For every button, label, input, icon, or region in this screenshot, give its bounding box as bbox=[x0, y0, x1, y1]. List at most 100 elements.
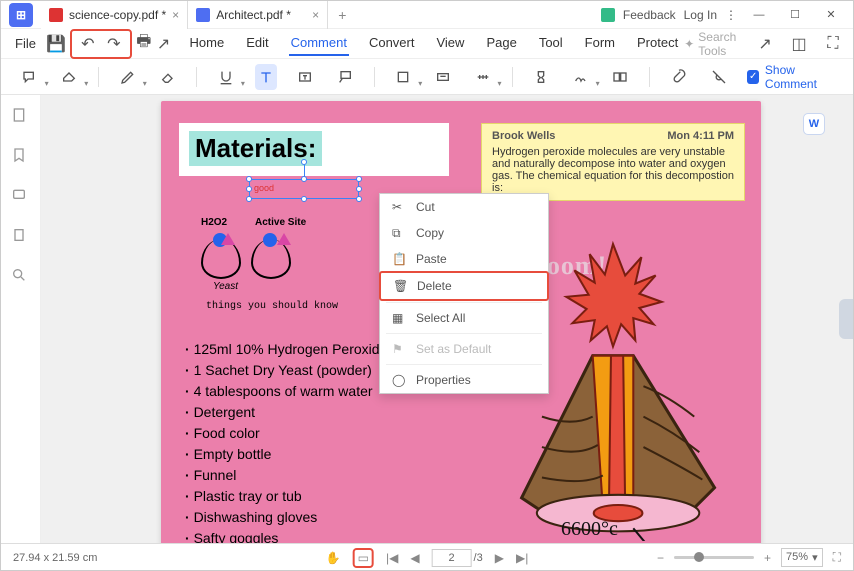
tab-science-copy[interactable]: science-copy.pdf * × bbox=[41, 1, 188, 29]
menu-tool[interactable]: Tool bbox=[537, 31, 565, 56]
ctx-select-all[interactable]: ▦Select All bbox=[380, 305, 548, 331]
menu-form[interactable]: Form bbox=[583, 31, 617, 56]
redo-button[interactable]: ↷ bbox=[102, 32, 126, 56]
textbox-value: good bbox=[250, 180, 358, 196]
stamp2-tool[interactable] bbox=[530, 64, 552, 90]
maximize-button[interactable]: ☐ bbox=[781, 4, 809, 26]
hand-tool-icon[interactable]: ✋ bbox=[326, 551, 341, 565]
text-tool[interactable] bbox=[255, 64, 277, 90]
separator bbox=[649, 67, 650, 87]
panel-icon[interactable]: ◫ bbox=[787, 32, 811, 56]
list-item: Detergent bbox=[185, 402, 387, 423]
separator bbox=[386, 302, 542, 303]
comments-panel-icon[interactable] bbox=[11, 187, 31, 207]
note-time: Mon 4:11 PM bbox=[667, 130, 734, 142]
titlebar: ⊞ science-copy.pdf * × Architect.pdf * ×… bbox=[1, 1, 853, 29]
pencil-tool[interactable]: ▾ bbox=[117, 64, 139, 90]
prev-page-button[interactable]: ◀ bbox=[410, 551, 419, 565]
page-indicator[interactable]: 2 /3 bbox=[432, 549, 483, 567]
bookmark-icon[interactable] bbox=[11, 147, 31, 167]
pdf-icon bbox=[196, 8, 210, 22]
menu-home[interactable]: Home bbox=[188, 31, 227, 56]
ctx-properties[interactable]: ◯Properties bbox=[380, 367, 548, 393]
callout-tool[interactable] bbox=[334, 64, 356, 90]
shape-tool[interactable]: ▾ bbox=[393, 64, 415, 90]
close-icon[interactable]: × bbox=[172, 8, 179, 22]
comment-note[interactable]: Brook Wells Mon 4:11 PM Hydrogen peroxid… bbox=[481, 123, 745, 201]
attachment-tool[interactable] bbox=[668, 64, 690, 90]
open-external-icon[interactable]: ↗ bbox=[753, 32, 777, 56]
select-tool-icon[interactable]: ▭ bbox=[358, 551, 369, 565]
fit-page-icon[interactable]: ⛶ bbox=[833, 550, 841, 565]
expand-icon[interactable]: ⛶ bbox=[821, 32, 845, 56]
list-item: Food color bbox=[185, 423, 387, 444]
search-icon[interactable] bbox=[11, 267, 31, 287]
menu-view[interactable]: View bbox=[434, 31, 466, 56]
list-item: Dishwashing gloves bbox=[185, 507, 387, 528]
menu-protect[interactable]: Protect bbox=[635, 31, 680, 56]
feedback-link[interactable]: Feedback bbox=[623, 8, 676, 22]
show-comment-label: Show Comment bbox=[765, 63, 835, 91]
kebab-menu-icon[interactable]: ⋮ bbox=[725, 8, 737, 22]
highlight-tool[interactable]: ▾ bbox=[59, 64, 81, 90]
hide-tool[interactable] bbox=[708, 64, 730, 90]
login-link[interactable]: Log In bbox=[684, 8, 717, 22]
page-total: /3 bbox=[474, 552, 483, 564]
thumbnails-icon[interactable] bbox=[11, 107, 31, 127]
textbox-tool[interactable] bbox=[295, 64, 317, 90]
word-export-icon[interactable]: W bbox=[803, 113, 825, 135]
search-tools-input[interactable]: ✦ Search Tools bbox=[684, 30, 739, 58]
undo-button[interactable]: ↶ bbox=[76, 32, 100, 56]
menu-edit[interactable]: Edit bbox=[244, 31, 270, 56]
signature-tool[interactable]: ▾ bbox=[570, 64, 592, 90]
ctx-paste[interactable]: 📋Paste bbox=[380, 246, 548, 272]
[interactable] bbox=[839, 299, 853, 339]
save-icon[interactable]: 💾 bbox=[46, 32, 66, 56]
note-tool[interactable]: ▾ bbox=[19, 64, 41, 90]
menu-convert[interactable]: Convert bbox=[367, 31, 417, 56]
zoom-out-button[interactable]: − bbox=[657, 551, 664, 565]
list-item: Funnel bbox=[185, 465, 387, 486]
page-dimensions: 27.94 x 21.59 cm bbox=[13, 552, 97, 564]
print-icon[interactable]: 🖶 bbox=[136, 32, 152, 56]
yeast-diagram: H2O2 Active Site Yeast things you should… bbox=[197, 217, 347, 317]
attachments-panel-icon[interactable] bbox=[11, 227, 31, 247]
menu-page[interactable]: Page bbox=[484, 31, 518, 56]
ctx-copy[interactable]: ⧉Copy bbox=[380, 220, 548, 246]
select-tool-highlight: ▭ bbox=[353, 548, 374, 568]
stamp-tool[interactable] bbox=[432, 64, 454, 90]
menu-comment[interactable]: Comment bbox=[289, 31, 349, 56]
page-number-input[interactable]: 2 bbox=[432, 549, 472, 567]
sparkle-icon: ✦ bbox=[684, 37, 694, 51]
show-comment-toggle[interactable]: ✓ Show Comment bbox=[747, 63, 835, 91]
eraser-tool[interactable] bbox=[157, 64, 179, 90]
tab-architect[interactable]: Architect.pdf * × bbox=[188, 1, 328, 29]
note-body: Hydrogen peroxide molecules are very uns… bbox=[492, 146, 734, 194]
underline-tool[interactable]: ▾ bbox=[215, 64, 237, 90]
ctx-delete[interactable]: 🗑Delete bbox=[379, 271, 549, 301]
measure-tool[interactable]: ▾ bbox=[472, 64, 494, 90]
share-icon[interactable]: ↗ bbox=[156, 32, 172, 56]
note-author: Brook Wells bbox=[492, 130, 555, 142]
next-page-button[interactable]: ▶ bbox=[495, 551, 504, 565]
active-site-label: Active Site bbox=[255, 217, 306, 228]
compare-tool[interactable] bbox=[610, 64, 632, 90]
tab-label: Architect.pdf * bbox=[216, 8, 291, 22]
close-window-button[interactable]: ✕ bbox=[817, 4, 845, 26]
list-item: Empty bottle bbox=[185, 444, 387, 465]
file-menu[interactable]: File bbox=[9, 36, 42, 51]
minimize-button[interactable]: — bbox=[745, 4, 773, 26]
zoom-slider[interactable] bbox=[674, 556, 754, 559]
ctx-cut[interactable]: ✂Cut bbox=[380, 194, 548, 220]
selected-textbox[interactable]: good bbox=[249, 179, 359, 199]
list-item: Safty goggles bbox=[185, 528, 387, 543]
zoom-in-button[interactable]: + bbox=[764, 551, 771, 565]
separator bbox=[512, 67, 513, 87]
zoom-select[interactable]: 75%▾ bbox=[781, 548, 823, 567]
add-tab-button[interactable]: + bbox=[328, 7, 356, 23]
close-icon[interactable]: × bbox=[312, 8, 319, 22]
last-page-button[interactable]: ▶| bbox=[516, 551, 528, 565]
paste-icon: 📋 bbox=[392, 252, 406, 266]
cut-icon: ✂ bbox=[392, 200, 406, 214]
first-page-button[interactable]: |◀ bbox=[386, 551, 398, 565]
